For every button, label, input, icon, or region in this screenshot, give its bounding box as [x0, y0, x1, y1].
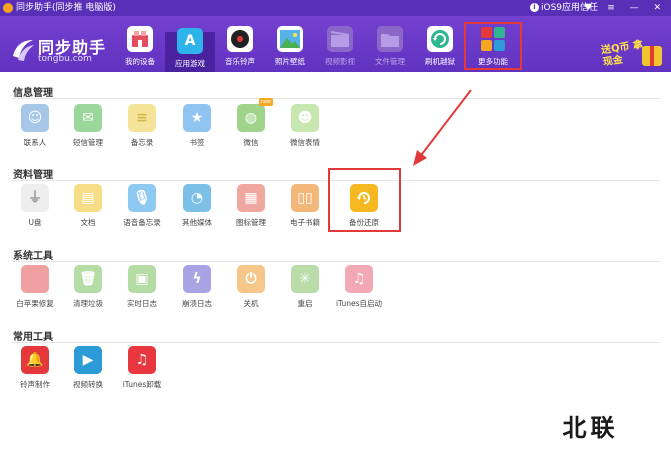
music-disc-icon — [227, 26, 253, 52]
ringtone-icon: 🔔 — [21, 346, 49, 374]
section-title-system: 系统工具 — [13, 251, 53, 262]
folder-icon — [377, 26, 403, 52]
ebook-icon: ▯▯ — [291, 184, 319, 212]
section-title-data: 资料管理 — [13, 170, 53, 181]
crash-log-icon: ϟ — [183, 265, 211, 293]
brand-logo: 同步助手 tongbu.com — [10, 34, 110, 68]
tile-usb-drive[interactable]: ⏚ U盘 — [12, 184, 58, 236]
device-icon — [127, 26, 153, 52]
section-title-info: 信息管理 — [13, 88, 53, 99]
bookmark-icon: ★ — [183, 104, 211, 132]
feature-panel: 信息管理 ☺ 联系人 ✉ 短信管理 ≡ 备忘录 ★ 书签 ◍ new 微信 ☻ … — [0, 72, 671, 454]
nav-video[interactable]: 视频影视 — [315, 26, 365, 72]
power-icon: ⏻ — [237, 265, 265, 293]
tile-notes[interactable]: ≡ 备忘录 — [119, 104, 165, 156]
nav-apps-games[interactable]: A 应用游戏 — [165, 28, 215, 72]
tile-contacts[interactable]: ☺ 联系人 — [12, 104, 58, 156]
tile-itunes-startup[interactable]: ♫ iTunes自启动 — [333, 265, 385, 317]
tile-apple-repair[interactable]: 白苹果修复 — [12, 265, 58, 317]
watermark: 北联 — [524, 409, 657, 447]
mic-icon: 🎙 — [128, 184, 156, 212]
appstore-icon: A — [177, 28, 203, 54]
itunes-uninstall-icon: ♫ — [128, 346, 156, 374]
tile-restart[interactable]: ✳ 重启 — [282, 265, 328, 317]
itunes-startup-icon: ♫ — [345, 265, 373, 293]
tile-wechat[interactable]: ◍ new 微信 — [228, 98, 274, 156]
nav-file-manager[interactable]: 文件管理 — [365, 26, 415, 72]
tile-icon-manager[interactable]: ▦ 图标管理 — [228, 184, 274, 236]
emoji-icon: ☻ — [291, 104, 319, 132]
new-badge: new — [258, 98, 273, 106]
section-title-common: 常用工具 — [13, 332, 53, 343]
nav-my-device[interactable]: 我的设备 — [115, 26, 165, 72]
tile-voice-memos[interactable]: 🎙 语音备忘录 — [119, 184, 165, 236]
video-convert-icon: ▶ — [74, 346, 102, 374]
title-bar: 同步助手(同步推 电脑版) i iOS9应用信任 ♥ ≡ — ✕ — [0, 0, 671, 16]
gift-icon — [642, 46, 662, 66]
section-divider — [12, 342, 660, 343]
sms-icon: ✉ — [74, 104, 102, 132]
tile-ringtone-maker[interactable]: 🔔 铃声制作 — [12, 346, 58, 398]
nav-flash-jailbreak[interactable]: 刷机越狱 — [415, 26, 465, 72]
section-divider — [12, 261, 660, 262]
backup-restore-highlight-box — [328, 168, 401, 232]
nav-photos-wallpaper[interactable]: 照片壁纸 — [265, 26, 315, 72]
annotation-arrow-icon — [413, 89, 472, 166]
tile-clean-junk[interactable]: 🗑 清理垃圾 — [65, 265, 111, 317]
tile-ebooks[interactable]: ▯▯ 电子书籍 — [282, 184, 328, 236]
media-icon: ◔ — [183, 184, 211, 212]
usb-icon: ⏚ — [21, 184, 49, 212]
icon-grid-icon: ▦ — [237, 184, 265, 212]
tile-realtime-log[interactable]: ▣ 实时日志 — [119, 265, 165, 317]
tile-itunes-uninstall[interactable]: ♫ iTunes卸载 — [119, 346, 165, 398]
tile-crash-log[interactable]: ϟ 崩溃日志 — [174, 265, 220, 317]
tile-wechat-emoji[interactable]: ☻ 微信表情 — [282, 104, 328, 156]
info-icon[interactable]: i — [530, 3, 539, 12]
photo-icon — [277, 26, 303, 52]
tile-shutdown[interactable]: ⏻ 关机 — [228, 265, 274, 317]
tile-sms[interactable]: ✉ 短信管理 — [65, 104, 111, 156]
tile-bookmarks[interactable]: ★ 书签 — [174, 104, 220, 156]
contacts-icon: ☺ — [21, 104, 49, 132]
trash-icon: 🗑 — [74, 265, 102, 293]
wechat-icon: ◍ new — [237, 98, 273, 132]
tile-video-convert[interactable]: ▶ 视频转换 — [65, 346, 111, 398]
notes-icon: ≡ — [128, 104, 156, 132]
section-divider — [12, 98, 660, 99]
log-icon: ▣ — [128, 265, 156, 293]
tile-documents[interactable]: ▤ 文档 — [65, 184, 111, 236]
app-logo-icon — [3, 3, 13, 13]
swirl-logo-icon — [13, 40, 34, 61]
document-icon: ▤ — [74, 184, 102, 212]
apple-repair-icon — [21, 265, 49, 293]
video-icon — [327, 26, 353, 52]
more-features-highlight-box — [464, 22, 522, 70]
window-title: 同步助手(同步推 电脑版) — [16, 3, 116, 13]
brand-domain: tongbu.com — [38, 54, 92, 64]
main-nav: 同步助手 tongbu.com 我的设备 A 应用游戏 音乐铃声 照片壁纸 视频… — [0, 16, 671, 72]
tile-other-media[interactable]: ◔ 其他媒体 — [174, 184, 220, 236]
restart-icon: ✳ — [291, 265, 319, 293]
refresh-icon — [427, 26, 453, 52]
window-controls[interactable]: ♥ ≡ — ✕ — [584, 0, 667, 16]
nav-music-ringtones[interactable]: 音乐铃声 — [215, 26, 265, 72]
